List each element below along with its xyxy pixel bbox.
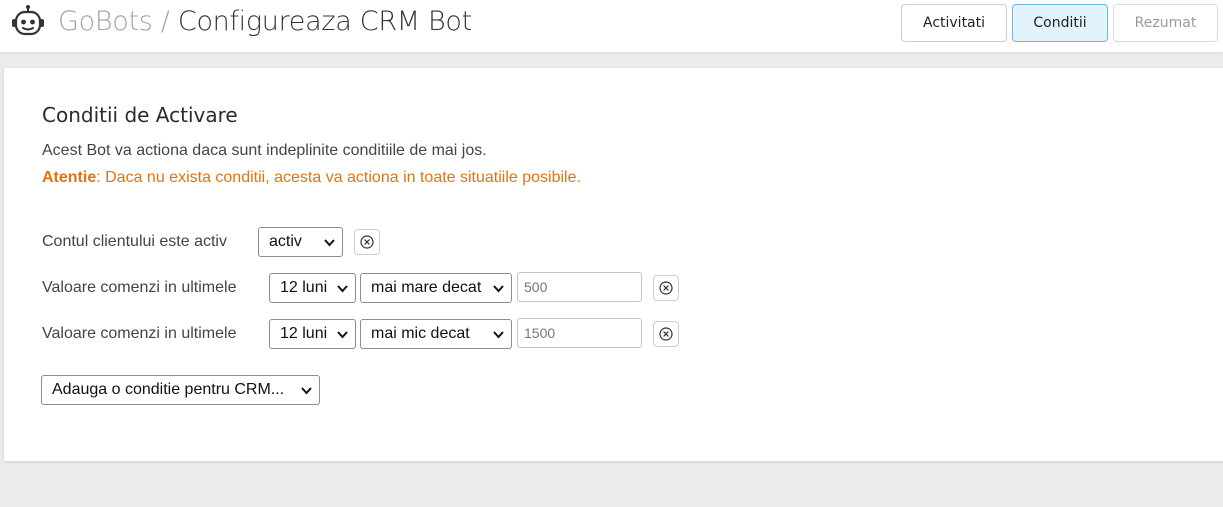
condition-label: Valoare comenzi in ultimele [42, 279, 237, 296]
warning-label: Atentie [42, 169, 97, 186]
warning-message: Atentie: Daca nu exista conditii, acesta… [42, 167, 581, 189]
select-value: mai mare decat [371, 279, 482, 296]
page-title: GoBots / Configureaza CRM Bot [58, 4, 472, 40]
robot-icon [12, 5, 44, 36]
chevron-down-icon [337, 285, 348, 293]
chevron-down-icon [493, 331, 504, 339]
active-status-select[interactable]: activ [258, 227, 343, 257]
select-value: mai mic decat [371, 325, 470, 342]
tab-conditii[interactable]: Conditii [1012, 4, 1108, 42]
remove-circle-icon [659, 281, 673, 295]
chevron-down-icon [324, 239, 335, 247]
tab-activitati[interactable]: Activitati [901, 4, 1007, 42]
chevron-down-icon [337, 331, 348, 339]
remove-circle-icon [659, 327, 673, 341]
top-bar: GoBots / Configureaza CRM Bot Activitati… [0, 0, 1223, 53]
remove-condition-button[interactable] [653, 275, 679, 301]
condition-label: Valoare comenzi in ultimele [42, 325, 237, 342]
warning-text: : Daca nu exista conditii, acesta va act… [96, 169, 581, 186]
period-select[interactable]: 12 luni [269, 319, 356, 349]
add-condition-select[interactable]: Adauga o conditie pentru CRM... [41, 375, 320, 405]
breadcrumb-separator: / [160, 6, 170, 37]
conditions-card: Conditii de Activare Acest Bot va action… [4, 68, 1223, 461]
select-value: 12 luni [280, 325, 328, 342]
condition-label: Contul clientului este activ [42, 233, 227, 250]
breadcrumb-root[interactable]: GoBots [58, 6, 153, 37]
chevron-down-icon [493, 285, 504, 293]
period-select[interactable]: 12 luni [269, 273, 356, 303]
value-input[interactable]: 1500 [517, 318, 642, 348]
section-title: Conditii de Activare [42, 103, 238, 127]
operator-select[interactable]: mai mic decat [360, 319, 512, 349]
value-input[interactable]: 500 [517, 272, 642, 302]
remove-circle-icon [360, 235, 374, 249]
select-value: 12 luni [280, 279, 328, 296]
operator-select[interactable]: mai mare decat [360, 273, 512, 303]
remove-condition-button[interactable] [653, 321, 679, 347]
select-value: Adauga o conditie pentru CRM... [52, 381, 285, 398]
remove-condition-button[interactable] [354, 229, 380, 255]
breadcrumb-current: Configureaza CRM Bot [177, 6, 472, 37]
chevron-down-icon [301, 387, 312, 395]
select-value: activ [269, 233, 302, 250]
tab-rezumat[interactable]: Rezumat [1113, 4, 1218, 42]
section-description: Acest Bot va actiona daca sunt indeplini… [42, 142, 487, 159]
